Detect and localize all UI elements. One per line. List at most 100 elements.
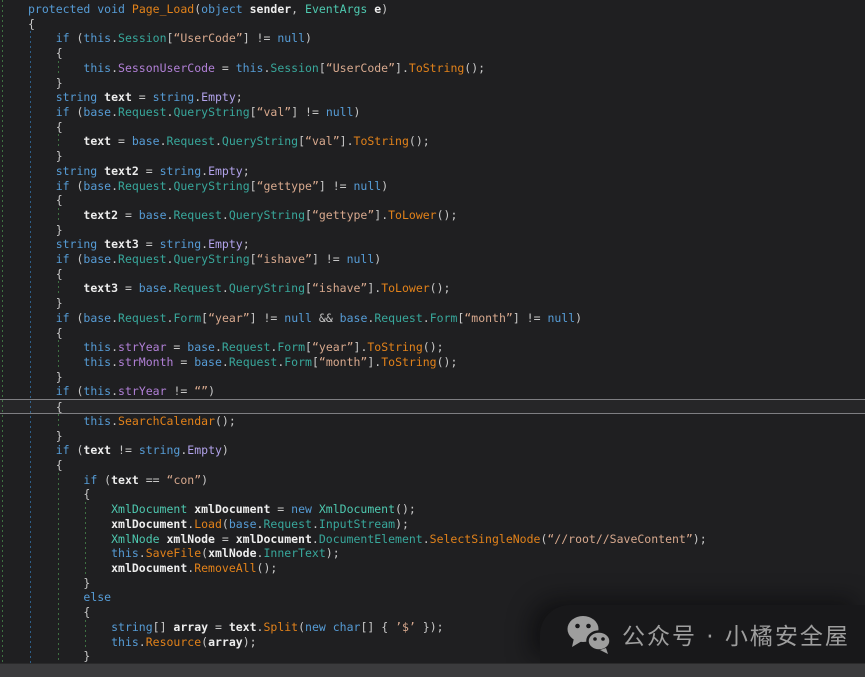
code-token: (	[70, 31, 84, 45]
code-line[interactable]: if (this.strYear != “”)	[0, 384, 865, 399]
watermark-text: 公众号 · 小橘安全屋	[622, 617, 850, 651]
code-token: ,	[291, 2, 305, 16]
code-line[interactable]: }	[0, 76, 865, 91]
code-line[interactable]: if (base.Request.QueryString[“val”] != n…	[0, 105, 865, 120]
code-token: {	[28, 17, 35, 31]
code-line[interactable]: this.strMonth = base.Request.Form[“month…	[0, 355, 865, 370]
code-token: “”	[194, 384, 208, 398]
code-line[interactable]: {	[0, 267, 865, 282]
code-token: null	[277, 31, 305, 45]
code-line[interactable]: xmlDocument.RemoveAll();	[0, 561, 865, 576]
code-token: null	[347, 252, 375, 266]
code-token: SelectSingleNode	[430, 532, 541, 546]
code-token: base	[83, 252, 111, 266]
code-line[interactable]: this.SaveFile(xmlNode.InnerText);	[0, 546, 865, 561]
code-token: text	[104, 90, 132, 104]
code-line[interactable]: }	[0, 149, 865, 164]
code-line[interactable]: this.SearchCalendar();	[0, 414, 865, 429]
code-line[interactable]: protected void Page_Load(object sender, …	[0, 2, 865, 17]
code-line[interactable]: this.SessonUserCode = this.Session[“User…	[0, 61, 865, 76]
code-token: }	[56, 429, 63, 443]
code-token: =	[118, 281, 139, 295]
code-line[interactable]: if (this.Session[“UserCode”] != null)	[0, 31, 865, 46]
code-token: if	[56, 31, 70, 45]
wechat-icon	[566, 614, 612, 654]
code-token: Empty	[201, 90, 236, 104]
code-token: =	[167, 340, 188, 354]
code-token: ] !=	[312, 252, 347, 266]
code-line[interactable]: if (text != string.Empty)	[0, 443, 865, 458]
code-token: Empty	[208, 164, 243, 178]
code-token: ();	[464, 61, 485, 75]
code-line[interactable]: }	[0, 223, 865, 238]
code-token: base	[139, 281, 167, 295]
code-token: SessonUserCode	[118, 61, 215, 75]
code-line[interactable]: if (base.Request.QueryString[“ishave”] !…	[0, 252, 865, 267]
code-token: “UserCode”	[173, 31, 242, 45]
code-token: base	[132, 134, 160, 148]
code-line[interactable]: {	[0, 399, 865, 414]
code-line[interactable]: }	[0, 429, 865, 444]
code-token: ’$’	[395, 620, 416, 634]
code-token: Form	[277, 340, 305, 354]
code-token: .	[312, 532, 319, 546]
code-token: Request	[229, 355, 277, 369]
code-token: Request	[374, 311, 422, 325]
code-token: this	[83, 414, 111, 428]
code-token: text	[83, 134, 111, 148]
code-token: object	[201, 2, 243, 16]
code-token: array	[208, 635, 243, 649]
code-token: string	[56, 237, 98, 251]
code-line[interactable]: text2 = base.Request.QueryString[“gettyp…	[0, 208, 865, 223]
code-token: “year”	[312, 340, 354, 354]
code-line[interactable]: if (base.Request.QueryString[“gettype”] …	[0, 179, 865, 194]
code-line[interactable]: string text3 = string.Empty;	[0, 237, 865, 252]
code-token: (	[70, 252, 84, 266]
code-line[interactable]: xmlDocument.Load(base.Request.InputStrea…	[0, 517, 865, 532]
code-token: (	[97, 473, 111, 487]
code-token: ==	[139, 473, 167, 487]
code-line[interactable]: if (base.Request.Form[“year”] != null &&…	[0, 311, 865, 326]
code-line[interactable]: text3 = base.Request.QueryString[“ishave…	[0, 281, 865, 296]
code-token: ;	[236, 90, 243, 104]
code-line[interactable]: XmlDocument xmlDocument = new XmlDocumen…	[0, 502, 865, 517]
code-line[interactable]: {	[0, 193, 865, 208]
code-token: );	[326, 546, 340, 560]
code-token: =	[118, 208, 139, 222]
code-token: ();	[257, 561, 278, 575]
code-token: Split	[263, 620, 298, 634]
code-token	[326, 620, 333, 634]
code-token: Request	[222, 340, 270, 354]
code-token: .	[222, 281, 229, 295]
code-token: (	[70, 105, 84, 119]
code-token: )	[222, 443, 229, 457]
code-token: Request	[173, 281, 221, 295]
code-line[interactable]: this.strYear = base.Request.Form[“year”]…	[0, 340, 865, 355]
code-token: base	[83, 311, 111, 325]
code-token: xmlNode	[208, 546, 256, 560]
code-line[interactable]: }	[0, 576, 865, 591]
code-line[interactable]: {	[0, 326, 865, 341]
code-line[interactable]: {	[0, 487, 865, 502]
code-token: .	[423, 311, 430, 325]
code-token: Page_Load	[132, 2, 194, 16]
code-line[interactable]: {	[0, 458, 865, 473]
code-token: {	[83, 605, 90, 619]
code-line[interactable]: string text = string.Empty;	[0, 90, 865, 105]
code-line[interactable]: }	[0, 296, 865, 311]
code-line[interactable]: XmlNode xmlNode = xmlDocument.DocumentEl…	[0, 532, 865, 547]
code-token: xmlDocument	[236, 532, 312, 546]
code-area[interactable]: protected void Page_Load(object sender, …	[0, 0, 865, 663]
code-line[interactable]: else	[0, 590, 865, 605]
code-line[interactable]: string text2 = string.Empty;	[0, 164, 865, 179]
bottom-scrollbar-track[interactable]	[0, 663, 865, 677]
code-token: Resource	[146, 635, 201, 649]
code-line[interactable]: }	[0, 370, 865, 385]
code-line[interactable]: {	[0, 120, 865, 135]
code-line[interactable]: text = base.Request.QueryString[“val”].T…	[0, 134, 865, 149]
code-token: Session	[270, 61, 318, 75]
code-line[interactable]: {	[0, 46, 865, 61]
code-line[interactable]: {	[0, 17, 865, 32]
code-token: .	[111, 105, 118, 119]
code-line[interactable]: if (text == “con”)	[0, 473, 865, 488]
